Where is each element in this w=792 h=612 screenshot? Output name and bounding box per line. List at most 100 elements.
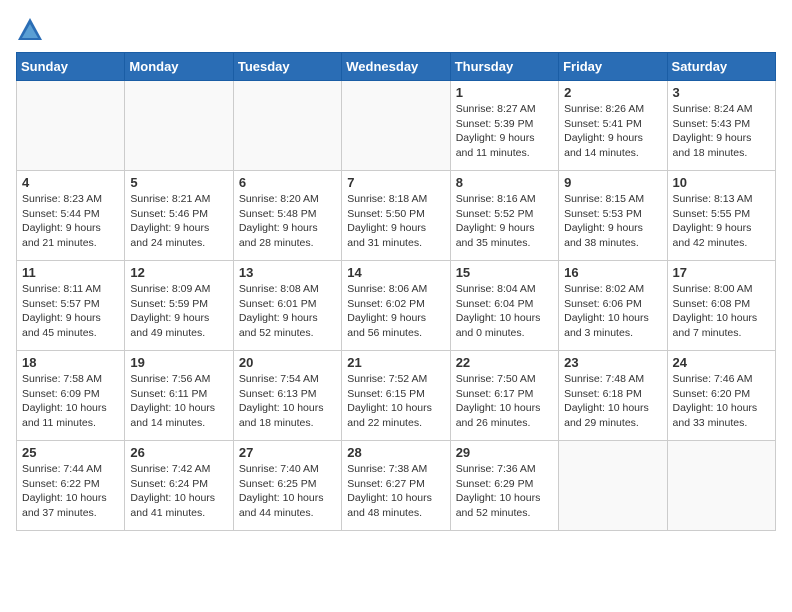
calendar-cell [17, 81, 125, 171]
calendar-cell: 25 Sunrise: 7:44 AM Sunset: 6:22 PM Dayli… [17, 441, 125, 531]
calendar-cell: 10 Sunrise: 8:13 AM Sunset: 5:55 PM Dayli… [667, 171, 775, 261]
day-info: Sunrise: 7:54 AM Sunset: 6:13 PM Dayligh… [239, 372, 336, 431]
day-info: Sunrise: 8:02 AM Sunset: 6:06 PM Dayligh… [564, 282, 661, 341]
day-info: Sunrise: 7:58 AM Sunset: 6:09 PM Dayligh… [22, 372, 119, 431]
day-number: 22 [456, 355, 553, 370]
day-number: 3 [673, 85, 770, 100]
calendar-cell: 14 Sunrise: 8:06 AM Sunset: 6:02 PM Dayli… [342, 261, 450, 351]
day-number: 10 [673, 175, 770, 190]
day-number: 14 [347, 265, 444, 280]
calendar-cell [667, 441, 775, 531]
calendar-cell: 22 Sunrise: 7:50 AM Sunset: 6:17 PM Dayli… [450, 351, 558, 441]
calendar-cell: 13 Sunrise: 8:08 AM Sunset: 6:01 PM Dayli… [233, 261, 341, 351]
calendar-week-row: 11 Sunrise: 8:11 AM Sunset: 5:57 PM Dayli… [17, 261, 776, 351]
day-number: 13 [239, 265, 336, 280]
day-info: Sunrise: 8:13 AM Sunset: 5:55 PM Dayligh… [673, 192, 770, 251]
day-of-week-header: Saturday [667, 53, 775, 81]
calendar-cell [233, 81, 341, 171]
calendar-cell: 28Sunrise: 7:38 AM Sunset: 6:27 PM Dayli… [342, 441, 450, 531]
calendar-cell: 1 Sunrise: 8:27 AM Sunset: 5:39 PM Daylig… [450, 81, 558, 171]
calendar-table: SundayMondayTuesdayWednesdayThursdayFrid… [16, 52, 776, 531]
day-info: Sunrise: 8:18 AM Sunset: 5:50 PM Dayligh… [347, 192, 444, 251]
day-info: Sunrise: 8:24 AM Sunset: 5:43 PM Dayligh… [673, 102, 770, 161]
calendar-cell: 4 Sunrise: 8:23 AM Sunset: 5:44 PM Daylig… [17, 171, 125, 261]
day-info: Sunrise: 8:04 AM Sunset: 6:04 PM Dayligh… [456, 282, 553, 341]
calendar-cell: 15 Sunrise: 8:04 AM Sunset: 6:04 PM Dayli… [450, 261, 558, 351]
day-info: Sunrise: 8:20 AM Sunset: 5:48 PM Dayligh… [239, 192, 336, 251]
day-number: 24 [673, 355, 770, 370]
day-info: Sunrise: 7:46 AM Sunset: 6:20 PM Dayligh… [673, 372, 770, 431]
day-info: Sunrise: 8:21 AM Sunset: 5:46 PM Dayligh… [130, 192, 227, 251]
calendar-cell: 26 Sunrise: 7:42 AM Sunset: 6:24 PM Dayli… [125, 441, 233, 531]
day-of-week-header: Thursday [450, 53, 558, 81]
calendar-cell: 2 Sunrise: 8:26 AM Sunset: 5:41 PM Daylig… [559, 81, 667, 171]
calendar-cell: 23 Sunrise: 7:48 AM Sunset: 6:18 PM Dayli… [559, 351, 667, 441]
calendar-cell: 5 Sunrise: 8:21 AM Sunset: 5:46 PM Daylig… [125, 171, 233, 261]
calendar-cell: 7 Sunrise: 8:18 AM Sunset: 5:50 PM Daylig… [342, 171, 450, 261]
day-number: 9 [564, 175, 661, 190]
calendar-cell: 19Sunrise: 7:56 AM Sunset: 6:11 PM Dayli… [125, 351, 233, 441]
day-of-week-header: Tuesday [233, 53, 341, 81]
day-info: Sunrise: 8:00 AM Sunset: 6:08 PM Dayligh… [673, 282, 770, 341]
day-number: 26 [130, 445, 227, 460]
day-info: Sunrise: 8:26 AM Sunset: 5:41 PM Dayligh… [564, 102, 661, 161]
calendar-week-row: 25 Sunrise: 7:44 AM Sunset: 6:22 PM Dayli… [17, 441, 776, 531]
day-number: 7 [347, 175, 444, 190]
calendar-cell [559, 441, 667, 531]
calendar-cell: 3 Sunrise: 8:24 AM Sunset: 5:43 PM Daylig… [667, 81, 775, 171]
day-number: 29 [456, 445, 553, 460]
day-of-week-header: Friday [559, 53, 667, 81]
day-number: 4 [22, 175, 119, 190]
day-number: 25 [22, 445, 119, 460]
calendar-cell [125, 81, 233, 171]
calendar-cell: 18 Sunrise: 7:58 AM Sunset: 6:09 PM Dayli… [17, 351, 125, 441]
calendar-cell: 20Sunrise: 7:54 AM Sunset: 6:13 PM Dayli… [233, 351, 341, 441]
day-number: 27 [239, 445, 336, 460]
logo [16, 16, 50, 44]
day-number: 17 [673, 265, 770, 280]
day-number: 8 [456, 175, 553, 190]
calendar-cell: 24 Sunrise: 7:46 AM Sunset: 6:20 PM Dayli… [667, 351, 775, 441]
day-number: 15 [456, 265, 553, 280]
calendar-cell: 12Sunrise: 8:09 AM Sunset: 5:59 PM Dayli… [125, 261, 233, 351]
day-info: Sunrise: 8:23 AM Sunset: 5:44 PM Dayligh… [22, 192, 119, 251]
day-info: Sunrise: 7:38 AM Sunset: 6:27 PM Dayligh… [347, 462, 444, 521]
calendar-week-row: 1 Sunrise: 8:27 AM Sunset: 5:39 PM Daylig… [17, 81, 776, 171]
day-info: Sunrise: 8:08 AM Sunset: 6:01 PM Dayligh… [239, 282, 336, 341]
day-info: Sunrise: 7:36 AM Sunset: 6:29 PM Dayligh… [456, 462, 553, 521]
day-number: 6 [239, 175, 336, 190]
page-header [16, 16, 776, 44]
day-number: 11 [22, 265, 119, 280]
day-info: Sunrise: 7:42 AM Sunset: 6:24 PM Dayligh… [130, 462, 227, 521]
calendar-header-row: SundayMondayTuesdayWednesdayThursdayFrid… [17, 53, 776, 81]
calendar-week-row: 4 Sunrise: 8:23 AM Sunset: 5:44 PM Daylig… [17, 171, 776, 261]
day-info: Sunrise: 8:11 AM Sunset: 5:57 PM Dayligh… [22, 282, 119, 341]
calendar-cell: 8 Sunrise: 8:16 AM Sunset: 5:52 PM Daylig… [450, 171, 558, 261]
day-info: Sunrise: 8:09 AM Sunset: 5:59 PM Dayligh… [130, 282, 227, 341]
day-number: 23 [564, 355, 661, 370]
day-number: 16 [564, 265, 661, 280]
day-number: 1 [456, 85, 553, 100]
day-info: Sunrise: 7:50 AM Sunset: 6:17 PM Dayligh… [456, 372, 553, 431]
calendar-week-row: 18 Sunrise: 7:58 AM Sunset: 6:09 PM Dayli… [17, 351, 776, 441]
day-number: 21 [347, 355, 444, 370]
day-number: 2 [564, 85, 661, 100]
day-of-week-header: Wednesday [342, 53, 450, 81]
day-info: Sunrise: 7:56 AM Sunset: 6:11 PM Dayligh… [130, 372, 227, 431]
day-info: Sunrise: 7:48 AM Sunset: 6:18 PM Dayligh… [564, 372, 661, 431]
day-number: 18 [22, 355, 119, 370]
day-info: Sunrise: 8:15 AM Sunset: 5:53 PM Dayligh… [564, 192, 661, 251]
day-info: Sunrise: 7:40 AM Sunset: 6:25 PM Dayligh… [239, 462, 336, 521]
day-info: Sunrise: 8:16 AM Sunset: 5:52 PM Dayligh… [456, 192, 553, 251]
day-info: Sunrise: 7:52 AM Sunset: 6:15 PM Dayligh… [347, 372, 444, 431]
calendar-cell: 16 Sunrise: 8:02 AM Sunset: 6:06 PM Dayli… [559, 261, 667, 351]
calendar-cell: 9 Sunrise: 8:15 AM Sunset: 5:53 PM Daylig… [559, 171, 667, 261]
calendar-cell: 21 Sunrise: 7:52 AM Sunset: 6:15 PM Dayli… [342, 351, 450, 441]
day-number: 5 [130, 175, 227, 190]
calendar-cell: 27 Sunrise: 7:40 AM Sunset: 6:25 PM Dayli… [233, 441, 341, 531]
day-info: Sunrise: 8:06 AM Sunset: 6:02 PM Dayligh… [347, 282, 444, 341]
day-info: Sunrise: 7:44 AM Sunset: 6:22 PM Dayligh… [22, 462, 119, 521]
day-info: Sunrise: 8:27 AM Sunset: 5:39 PM Dayligh… [456, 102, 553, 161]
day-of-week-header: Sunday [17, 53, 125, 81]
calendar-cell [342, 81, 450, 171]
